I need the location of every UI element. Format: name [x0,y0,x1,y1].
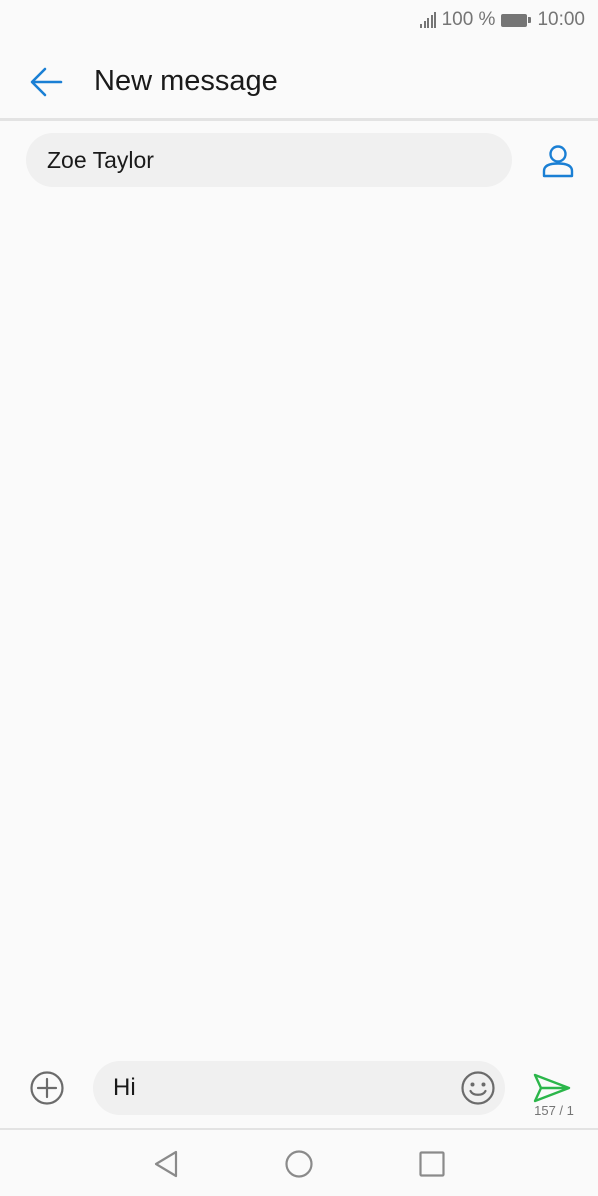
signal-icon [420,12,438,28]
message-input[interactable]: Hi [93,1061,505,1115]
nav-recents-button[interactable] [414,1146,450,1182]
character-counter: 157 / 1 [534,1103,574,1118]
send-icon [533,1073,571,1103]
back-button[interactable] [26,62,66,102]
page-title: New message [94,65,278,97]
nav-back-button[interactable] [148,1146,184,1182]
message-text: Hi [113,1074,136,1101]
contact-picker-button[interactable] [538,141,578,181]
back-arrow-icon [30,67,63,97]
recipient-name: Zoe Taylor [47,146,154,173]
composer-bar: Hi 157 / 1 [0,1052,598,1128]
status-bar: 100 % 10:00 [0,0,598,40]
status-time: 10:00 [537,9,585,30]
new-message-screen: 100 % 10:00 New message Zoe Taylor Hi 15… [0,0,598,1196]
recipient-field[interactable]: Zoe Taylor [26,133,512,187]
battery-percentage: 100 % [441,9,496,30]
add-circle-icon [30,1071,64,1105]
emoji-button[interactable] [459,1069,497,1107]
nav-back-icon [154,1150,178,1178]
emoji-icon [461,1071,495,1105]
navigation-bar [0,1128,598,1196]
app-bar: New message [0,40,598,121]
attach-button[interactable] [28,1069,66,1107]
nav-home-icon [285,1150,313,1178]
nav-recents-icon [419,1151,445,1177]
battery-icon [501,13,532,27]
contact-person-icon [542,145,574,178]
nav-home-button[interactable] [281,1146,317,1182]
send-button[interactable] [531,1070,573,1106]
